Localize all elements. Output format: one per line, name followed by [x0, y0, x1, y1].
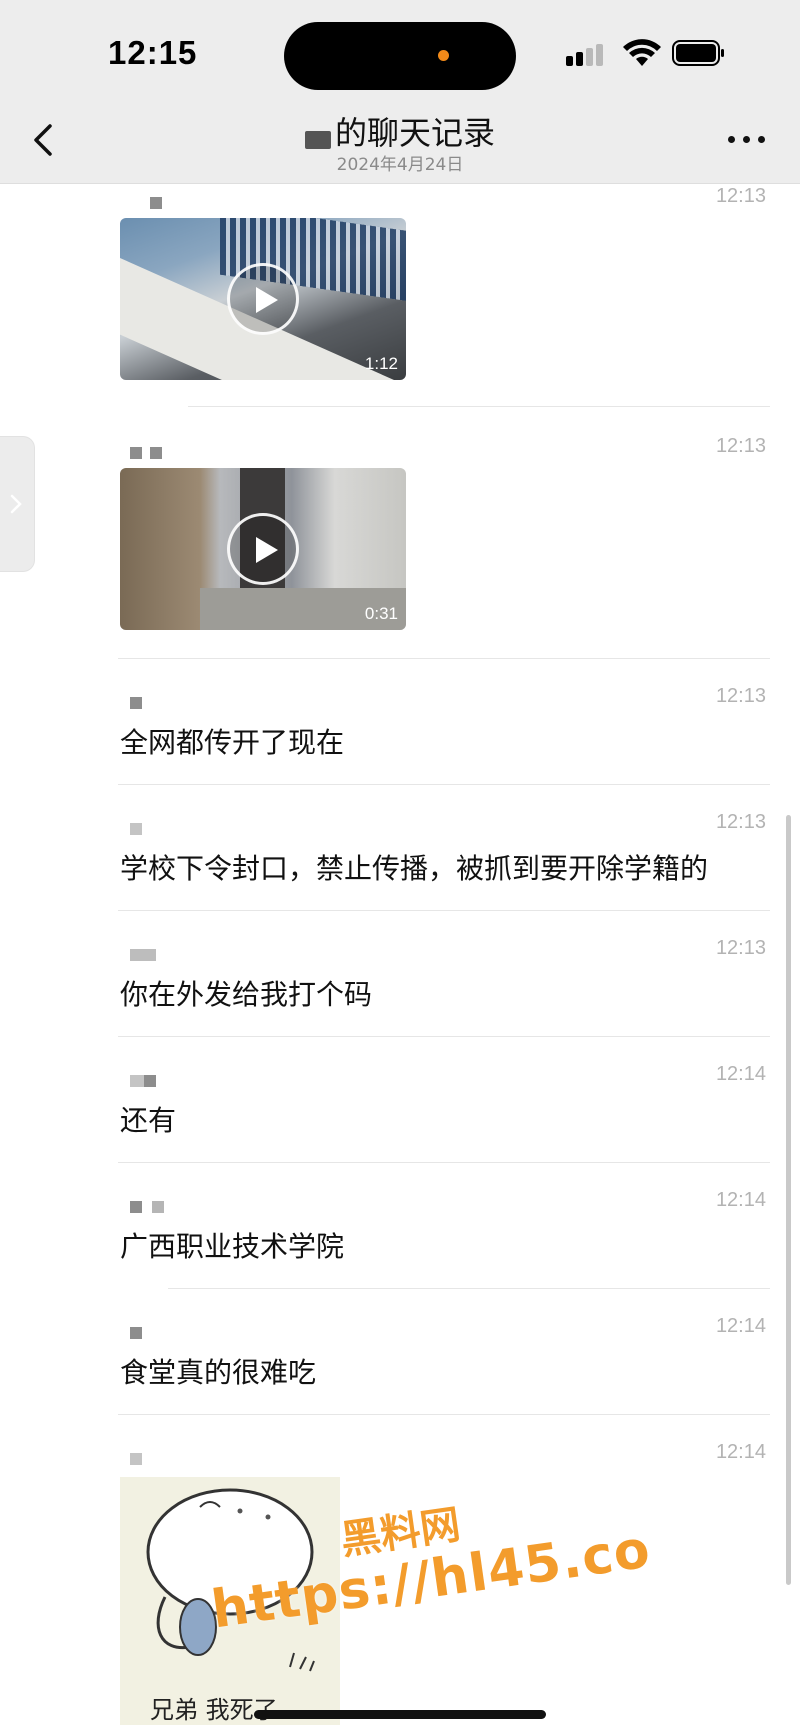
message-time: 12:14	[715, 1315, 766, 1337]
video-duration: 0:31	[364, 604, 398, 623]
message-text: 广西职业技术学院	[120, 1230, 345, 1263]
message-item: 12:14 还有	[118, 1063, 770, 1183]
scrollbar[interactable]	[786, 815, 791, 1585]
home-indicator[interactable]	[254, 1710, 546, 1719]
message-time: 12:14	[715, 1063, 766, 1085]
status-bar: 12:15	[0, 0, 800, 100]
message-item: 12:14 食堂真的很难吃	[118, 1315, 770, 1435]
message-time: 12:13	[715, 937, 766, 959]
blurred-contact-name	[304, 130, 331, 149]
status-time: 12:15	[108, 34, 198, 71]
message-item: 12:13 0:31	[118, 435, 770, 665]
message-item: 12:13 全网都传开了现在	[118, 685, 770, 805]
message-text: 你在外发给我打个码	[120, 978, 373, 1011]
page-title: 的聊天记录	[0, 108, 800, 154]
message-time: 12:14	[715, 1189, 766, 1211]
message-time: 12:14	[715, 1441, 766, 1463]
message-item: 12:13 学校下令封口，禁止传播，被抓到要开除学籍的	[118, 811, 770, 931]
message-text: 还有	[120, 1104, 177, 1137]
side-expand-tab[interactable]	[0, 436, 35, 572]
signal-icon	[566, 42, 610, 66]
sticker-image[interactable]: 兄弟 我死了	[120, 1477, 340, 1725]
message-item: 12:13 1:12	[118, 185, 770, 407]
chat-date: 2024年4月24日	[336, 155, 464, 175]
page-title-text: 的聊天记录	[334, 114, 495, 152]
message-time: 12:13	[715, 685, 766, 707]
play-icon[interactable]	[227, 513, 299, 585]
battery-icon	[672, 40, 724, 66]
video-duration: 1:12	[364, 354, 398, 373]
message-time: 12:13	[715, 185, 766, 207]
video-message[interactable]: 1:12	[120, 218, 406, 380]
crying-face-sticker	[146, 1488, 315, 1672]
message-time: 12:13	[715, 435, 766, 457]
message-item: 12:13 你在外发给我打个码	[118, 937, 770, 1057]
message-text: 食堂真的很难吃	[120, 1356, 317, 1389]
side-expand-chevron-icon	[10, 494, 22, 514]
message-text: 学校下令封口，禁止传播，被抓到要开除学籍的	[120, 852, 709, 885]
more-dots-icon[interactable]	[728, 134, 768, 146]
wifi-icon	[623, 39, 661, 66]
message-time: 12:13	[715, 811, 766, 833]
video-message[interactable]: 0:31	[120, 468, 406, 630]
message-item: 12:14 兄弟 我死了	[118, 1441, 770, 1735]
dynamic-island	[284, 22, 516, 90]
privacy-indicator-dot	[438, 50, 449, 61]
sticker-caption: 兄弟 我死了	[150, 1696, 278, 1724]
play-icon[interactable]	[227, 263, 299, 335]
message-item: 12:14 广西职业技术学院	[118, 1189, 770, 1309]
message-text: 全网都传开了现在	[120, 726, 345, 759]
chat-history-header: 的聊天记录 2024年4月24日	[0, 100, 800, 184]
